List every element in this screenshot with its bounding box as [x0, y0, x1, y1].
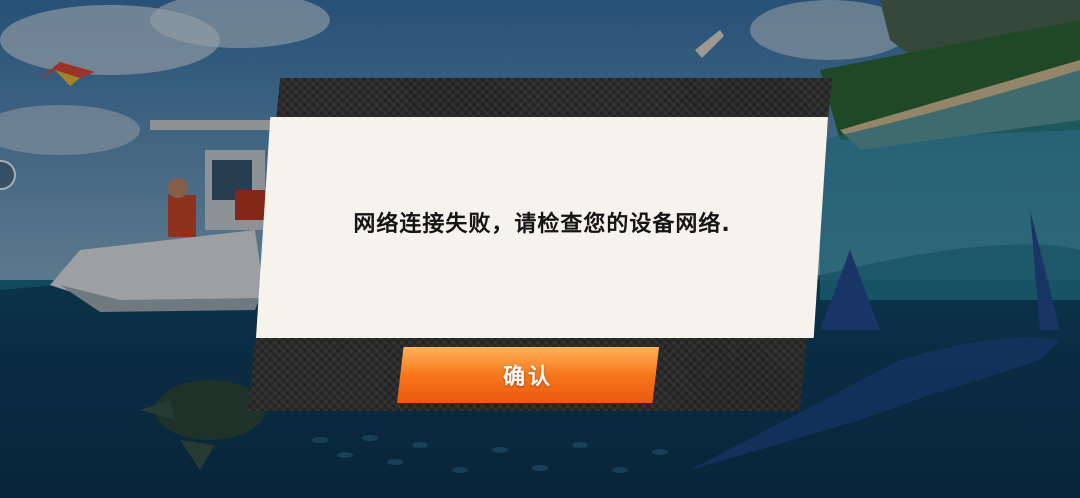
game-screen: 网络连接失败，请检查您的设备网络. 确认 — [0, 0, 1080, 498]
dialog-message: 网络连接失败，请检查您的设备网络. — [353, 212, 731, 237]
confirm-button-label: 确认 — [502, 365, 553, 390]
confirm-button[interactable]: 确认 — [397, 347, 659, 403]
